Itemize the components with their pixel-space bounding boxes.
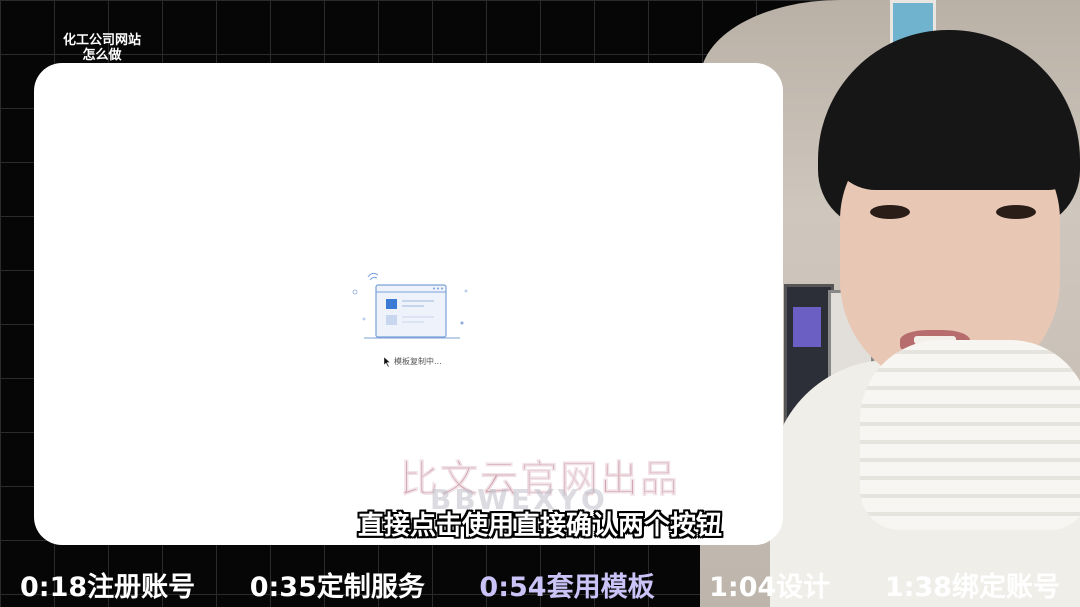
left-eye [870, 205, 910, 219]
chapter-bar: 0:18注册账号 0:35定制服务 0:54套用模板 1:04设计 1:38绑定… [0, 562, 1080, 607]
chapter-label: 定制服务 [316, 572, 425, 603]
chapter-label: 注册账号 [87, 572, 196, 603]
chapter-item-bind-account[interactable]: 1:38绑定账号 [885, 565, 1060, 604]
chapter-time: 0:54 [479, 572, 547, 603]
chapter-item-apply-template[interactable]: 0:54套用模板 [479, 565, 654, 604]
video-title-line1: 化工公司网站 [62, 33, 141, 48]
chapter-time: 0:18 [20, 572, 88, 603]
chapter-label: 套用模板 [546, 572, 655, 603]
template-copy-illustration-icon [352, 272, 468, 339]
video-title: 化工公司网站 怎么做 [50, 33, 154, 63]
chapter-item-custom-service[interactable]: 0:35定制服务 [250, 565, 425, 604]
chapter-item-design[interactable]: 1:04设计 [709, 565, 830, 604]
video-title-line2: 怎么做 [82, 48, 122, 63]
chapter-item-register[interactable]: 0:18注册账号 [20, 565, 195, 604]
chapter-time: 0:35 [249, 572, 317, 603]
chapter-label: 绑定账号 [951, 572, 1060, 603]
right-eye [996, 205, 1036, 219]
loading-status: 模板复制中... [384, 356, 442, 367]
mouse-cursor-icon [384, 356, 391, 367]
chapter-time: 1:04 [709, 572, 777, 603]
caption-subtitle: 直接点击使用直接确认两个按钮 [357, 511, 722, 541]
chapter-label: 设计 [776, 572, 831, 603]
loading-status-text: 模板复制中... [394, 357, 442, 366]
chapter-time: 1:38 [884, 572, 952, 603]
bangs [828, 70, 1068, 190]
